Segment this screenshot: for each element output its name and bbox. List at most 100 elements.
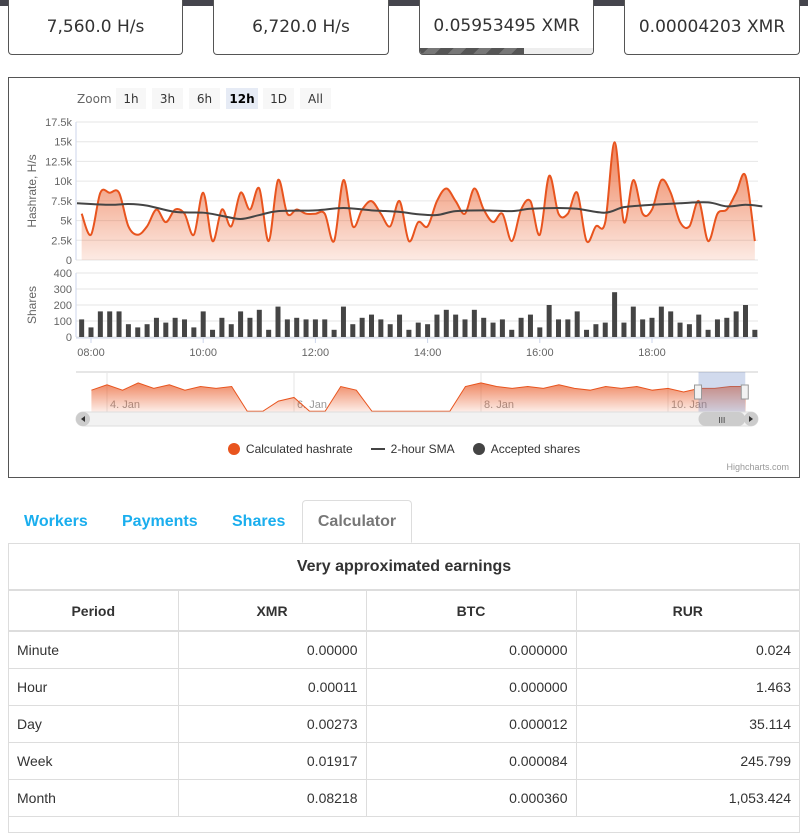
shares-bar: [425, 324, 431, 337]
shares-bar: [443, 309, 449, 337]
cell-period: Month: [9, 779, 179, 817]
scrollbar-track[interactable]: [75, 411, 759, 427]
y-tick-label: 10k: [54, 176, 72, 188]
shares-bar: [714, 319, 720, 337]
calculator-title: Very approximated earnings: [9, 544, 799, 590]
calculator-panel: Very approximated earnings Period XMR BT…: [8, 543, 800, 833]
y-tick-label: 300: [54, 284, 72, 296]
grip-icon: III: [719, 416, 726, 425]
y-tick-label: 200: [54, 300, 72, 312]
cell-xmr: 0.00011: [177, 668, 367, 706]
shares-bar: [490, 322, 496, 337]
shares-bar: [284, 319, 290, 337]
shares-bar: [509, 329, 515, 337]
table-header-row: Period XMR BTC RUR: [9, 590, 799, 632]
shares-bar: [331, 329, 337, 337]
tab-calculator[interactable]: Calculator: [302, 500, 412, 543]
shares-bar: [453, 314, 459, 337]
tab-payments[interactable]: Payments: [122, 500, 198, 543]
shares-bar: [340, 306, 346, 337]
shares-bar: [125, 324, 131, 337]
shares-bar: [574, 311, 580, 337]
shares-bar: [415, 322, 421, 337]
cell-period: Hour: [9, 668, 179, 706]
cell-period: Minute: [9, 630, 179, 669]
shares-bar: [546, 305, 552, 337]
navigator-handle[interactable]: [740, 384, 749, 400]
shares-bar: [97, 311, 103, 337]
header-btc: BTC: [365, 590, 577, 632]
cell-xmr: 0.00000: [177, 630, 367, 669]
table-row: Minute 0.00000 0.000000 0.024: [9, 630, 799, 669]
y-axis-title: Hashrate, H/s: [25, 154, 39, 227]
shares-bar: [518, 317, 524, 337]
tab-shares[interactable]: Shares: [232, 500, 285, 543]
shares-bar: [471, 309, 477, 337]
shares-bar: [350, 324, 356, 337]
navigator-handle[interactable]: [694, 384, 703, 400]
shares-bar: [584, 329, 590, 337]
y-tick-label: 2.5k: [51, 235, 72, 247]
shares-bar: [612, 292, 618, 337]
shares-bar: [686, 324, 692, 337]
chart-plot: 0 2.5k 5k 7.5k 10k 12.5k 15k 17.5k 0 100 200 300 400…: [25, 117, 763, 427]
shares-bar: [266, 329, 272, 337]
line-icon: [370, 448, 385, 450]
cell-btc: 0.000084: [365, 742, 577, 780]
circle-icon: [472, 443, 485, 455]
shares-bar: [256, 309, 262, 337]
tab-workers[interactable]: Workers: [24, 500, 88, 543]
legend-label: Accepted shares: [490, 442, 581, 456]
shares-bar: [163, 322, 169, 337]
shares-bar: [247, 317, 253, 337]
table-row: Hour 0.00011 0.000000 1.463: [9, 668, 799, 706]
cell-period: Week: [9, 742, 179, 780]
shares-bar: [275, 306, 281, 337]
x-tick-label: 10:00: [189, 347, 217, 359]
table-row: Month 0.08218 0.000360 1,053.424: [9, 779, 799, 817]
legend-label: 2-hour SMA: [390, 442, 455, 456]
y-tick-label: 0: [66, 255, 72, 267]
legend-item-shares[interactable]: Accepted shares: [472, 442, 581, 456]
header-rur: RUR: [575, 590, 799, 632]
cell-btc: 0.000360: [365, 779, 577, 817]
highcharts-credits[interactable]: Highcharts.com: [726, 462, 789, 472]
cell-rur: 0.024: [575, 630, 799, 669]
legend-item-sma[interactable]: 2-hour SMA: [370, 442, 455, 456]
header-period: Period: [9, 590, 179, 632]
shares-bar: [696, 314, 702, 337]
cell-rur: 35.114: [575, 705, 799, 743]
shares-bar: [406, 329, 412, 337]
y-tick-label: 7.5k: [51, 196, 72, 208]
y-tick-label: 12.5k: [45, 156, 72, 168]
shares-bar: [527, 314, 533, 337]
shares-bar: [228, 324, 234, 337]
shares-bar: [743, 305, 748, 337]
shares-bar: [705, 329, 711, 337]
shares-bar: [210, 329, 216, 337]
shares-bar: [668, 311, 674, 337]
y-tick-label: 0: [66, 332, 72, 344]
shares-bar: [462, 319, 468, 337]
legend-item-hashrate[interactable]: Calculated hashrate: [227, 442, 353, 456]
legend-label: Calculated hashrate: [245, 442, 353, 456]
shares-bar: [733, 311, 739, 337]
shares-bar: [172, 317, 178, 337]
shares-bar: [481, 317, 487, 337]
y-tick-label: 5k: [60, 216, 72, 228]
shares-bar: [312, 319, 318, 337]
navigator-selection: [698, 372, 746, 412]
shares-bar: [621, 322, 627, 337]
x-tick-label: 18:00: [638, 347, 666, 359]
shares-bar: [107, 311, 113, 337]
shares-bar: [537, 327, 543, 337]
cell-period: Day: [9, 705, 179, 743]
shares-bar: [116, 311, 122, 337]
y-tick-label: 400: [54, 268, 72, 280]
cell-btc: 0.000012: [365, 705, 577, 743]
header-xmr: XMR: [177, 590, 367, 632]
circle-icon: [227, 443, 240, 455]
shares-bar: [724, 317, 730, 337]
shares-bar: [387, 324, 393, 337]
shares-bar: [79, 319, 85, 337]
